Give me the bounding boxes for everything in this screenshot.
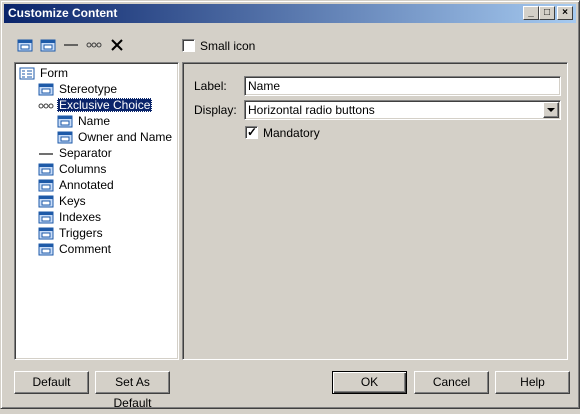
tree-item-annotated[interactable]: Annotated	[38, 178, 116, 193]
tree-item-triggers[interactable]: Triggers	[38, 226, 105, 241]
help-button[interactable]: Help	[495, 371, 570, 394]
add-list-icon	[40, 39, 56, 52]
mandatory-checkbox[interactable]: ✓	[245, 125, 258, 139]
form-icon	[19, 67, 35, 80]
add-attribute-button[interactable]	[17, 37, 33, 53]
attribute-icon	[38, 227, 54, 240]
display-caption: Display:	[194, 103, 237, 117]
tree-item-label: Exclusive Choice	[57, 98, 153, 113]
tree-item-form[interactable]: Form	[19, 66, 70, 81]
attribute-icon	[57, 115, 73, 128]
cancel-button[interactable]: Cancel	[414, 371, 489, 394]
tree-item-owner-and-name[interactable]: Owner and Name	[57, 130, 174, 145]
delete-button[interactable]	[109, 37, 125, 53]
default-button[interactable]: Default	[14, 371, 89, 394]
chevron-down-icon	[547, 108, 555, 112]
tree-item-indexes[interactable]: Indexes	[38, 210, 103, 225]
attribute-icon	[38, 195, 54, 208]
maximize-icon: □	[543, 7, 551, 18]
attribute-icon	[57, 131, 73, 144]
tree-item-exclusive-choice[interactable]: Exclusive Choice	[38, 98, 153, 113]
content-tree[interactable]: Form Stereotype Exclusive Choice Name Ow…	[14, 62, 179, 360]
tree-item-columns[interactable]: Columns	[38, 162, 108, 177]
tree-item-label: Indexes	[59, 210, 102, 225]
add-list-button[interactable]	[40, 37, 56, 53]
tree-item-stereotype[interactable]: Stereotype	[38, 82, 119, 97]
delete-icon	[111, 39, 123, 51]
set-as-default-button[interactable]: Set As Default	[95, 371, 170, 410]
attribute-icon	[38, 83, 54, 96]
exclusive-choice-icon	[38, 103, 54, 109]
minimize-button[interactable]: _	[523, 6, 539, 20]
tree-item-keys[interactable]: Keys	[38, 194, 88, 209]
attribute-icon	[38, 163, 54, 176]
display-select-value: Horizontal radio buttons	[248, 103, 375, 117]
attribute-icon	[38, 211, 54, 224]
small-icon-label[interactable]: Small icon	[200, 39, 255, 53]
add-attribute-icon	[17, 39, 33, 52]
tree-item-label: Owner and Name	[78, 130, 173, 145]
check-icon: ✓	[247, 125, 258, 139]
attribute-icon	[38, 179, 54, 192]
separator-icon	[64, 44, 78, 46]
display-select[interactable]: Horizontal radio buttons	[244, 100, 561, 120]
tree-item-label: Separator	[59, 146, 112, 161]
add-separator-button[interactable]	[63, 37, 79, 53]
properties-panel: Label: Display: Horizontal radio buttons…	[182, 62, 568, 360]
dialog-window: Customize Content _ □ × Small icon Form …	[0, 0, 580, 410]
close-button[interactable]: ×	[557, 6, 573, 20]
mandatory-label[interactable]: Mandatory	[263, 126, 320, 140]
tree-item-label: Keys	[59, 194, 86, 209]
tree-item-label: Triggers	[59, 226, 103, 241]
label-input[interactable]	[244, 76, 561, 96]
add-exclusive-choice-button[interactable]	[86, 37, 102, 53]
dropdown-button[interactable]	[543, 102, 559, 118]
tree-item-separator[interactable]: Separator	[38, 146, 114, 161]
ok-button[interactable]: OK	[332, 371, 407, 394]
tree-item-label: Comment	[59, 242, 112, 257]
label-caption: Label:	[194, 79, 227, 93]
window-title: Customize Content	[8, 6, 118, 20]
minimize-icon: _	[528, 7, 534, 18]
separator-icon	[39, 153, 53, 156]
maximize-button[interactable]: □	[539, 6, 555, 20]
tree-item-label: Name	[78, 114, 111, 129]
tree-item-label: Annotated	[59, 178, 114, 193]
small-icon-checkbox[interactable]	[182, 39, 195, 52]
tree-item-name[interactable]: Name	[57, 114, 112, 129]
exclusive-choice-icon	[86, 42, 102, 48]
tree-item-comment[interactable]: Comment	[38, 242, 113, 257]
title-bar[interactable]: Customize Content _ □ ×	[4, 4, 576, 23]
tree-item-label: Form	[40, 66, 68, 81]
attribute-icon	[38, 243, 54, 256]
tree-item-label: Columns	[59, 162, 107, 177]
close-icon: ×	[562, 7, 568, 18]
tree-item-label: Stereotype	[59, 82, 118, 97]
